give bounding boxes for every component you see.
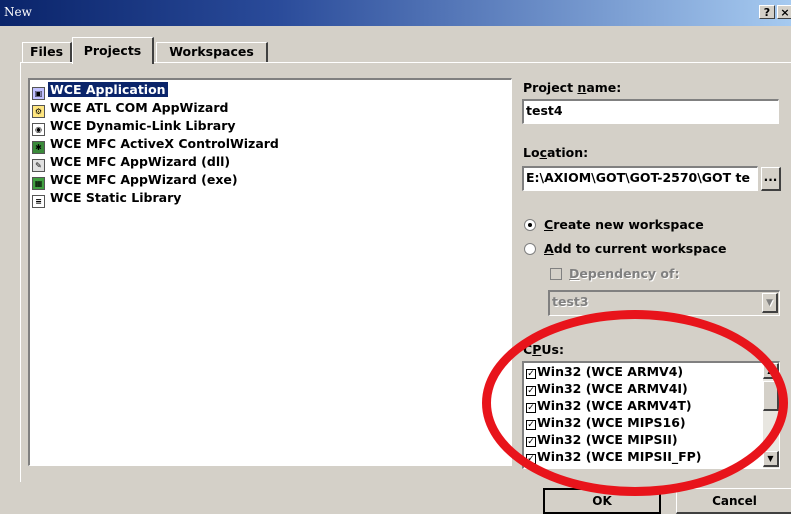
- list-item-activex-controlwizard[interactable]: ✱ WCE MFC ActiveX ControlWizard: [32, 135, 281, 154]
- list-item-atl-com-appwizard[interactable]: ⚙ WCE ATL COM AppWizard: [32, 99, 230, 118]
- cancel-button[interactable]: Cancel: [676, 488, 791, 514]
- close-button[interactable]: ×: [777, 5, 791, 19]
- cpus-list[interactable]: ✓ Win32 (WCE ARMV4) ✓ Win32 (WCE ARMV4I) ✓…: [522, 361, 780, 469]
- ok-button[interactable]: OK: [543, 488, 661, 514]
- cpu-item[interactable]: ✓ Win32 (WCE MIPSII_FP): [526, 448, 702, 466]
- cpus-scrollbar[interactable]: ▲ ▼: [763, 363, 779, 468]
- list-item-dll[interactable]: ◉ WCE Dynamic-Link Library: [32, 117, 238, 136]
- list-item-mfc-dll[interactable]: ✎ WCE MFC AppWizard (dll): [32, 153, 232, 172]
- cpu-item[interactable]: ✓ Win32 (WCE ARMV4T): [526, 397, 692, 415]
- location-input[interactable]: E:\AXIOM\GOT\GOT-2570\GOT te: [522, 166, 758, 191]
- create-new-workspace-label[interactable]: Create new workspace: [544, 217, 704, 232]
- title-bar: New ? ×: [0, 0, 791, 26]
- checkbox-checked-icon[interactable]: ✓: [526, 420, 536, 430]
- list-item-static-library[interactable]: ≡ WCE Static Library: [32, 189, 183, 208]
- location-label: Location:: [523, 145, 589, 160]
- scroll-up-icon[interactable]: ▲: [763, 363, 779, 379]
- help-button[interactable]: ?: [759, 5, 775, 19]
- checkbox-checked-icon[interactable]: ✓: [526, 454, 536, 464]
- chevron-down-icon[interactable]: ▼: [762, 293, 778, 313]
- cpus-label: CPUs:: [523, 342, 564, 357]
- tab-files-label: Files: [29, 44, 64, 59]
- cpu-item[interactable]: ✓ Win32 (WCE MIPSII): [526, 431, 678, 449]
- scroll-down-icon[interactable]: ▼: [763, 451, 779, 467]
- add-to-current-workspace-radio[interactable]: [524, 243, 536, 255]
- dependency-select[interactable]: test3 ▼: [548, 290, 780, 316]
- checkbox-checked-icon[interactable]: ✓: [526, 403, 536, 413]
- static-library-icon: ≡: [32, 195, 45, 208]
- list-item-wce-application[interactable]: ▣ WCE Application: [32, 81, 168, 100]
- add-to-current-workspace-label[interactable]: Add to current workspace: [544, 241, 727, 256]
- checkbox-checked-icon[interactable]: ✓: [526, 369, 536, 379]
- dependency-select-value: test3: [552, 294, 589, 309]
- cpu-item[interactable]: ✓ Win32 (WCE MIPS16): [526, 414, 686, 432]
- tab-workspaces[interactable]: Workspaces: [156, 42, 268, 62]
- dependency-label: Dependency of:: [569, 266, 680, 281]
- tab-projects[interactable]: Projects: [72, 37, 154, 64]
- scrollbar-thumb[interactable]: [763, 381, 779, 411]
- browse-button[interactable]: ...: [761, 167, 781, 191]
- checkbox-checked-icon[interactable]: ✓: [526, 437, 536, 447]
- window-title: New: [4, 5, 32, 19]
- tab-files[interactable]: Files: [22, 42, 72, 62]
- project-name-input[interactable]: test4: [522, 99, 779, 124]
- cpu-item[interactable]: ✓ Win32 (WCE ARMV4I): [526, 380, 688, 398]
- cpu-item[interactable]: ✓ Win32 (WCE ARMV4): [526, 363, 683, 381]
- checkbox-checked-icon[interactable]: ✓: [526, 386, 536, 396]
- list-item-mfc-exe[interactable]: ▦ WCE MFC AppWizard (exe): [32, 171, 240, 190]
- tab-projects-label: Projects: [83, 43, 142, 58]
- project-types-list[interactable]: ▣ WCE Application ⚙ WCE ATL COM AppWizard …: [28, 78, 512, 466]
- project-name-label: Project name:: [523, 80, 622, 95]
- tab-workspaces-label: Workspaces: [169, 44, 254, 59]
- dependency-checkbox[interactable]: [550, 268, 562, 280]
- create-new-workspace-radio[interactable]: [524, 219, 536, 231]
